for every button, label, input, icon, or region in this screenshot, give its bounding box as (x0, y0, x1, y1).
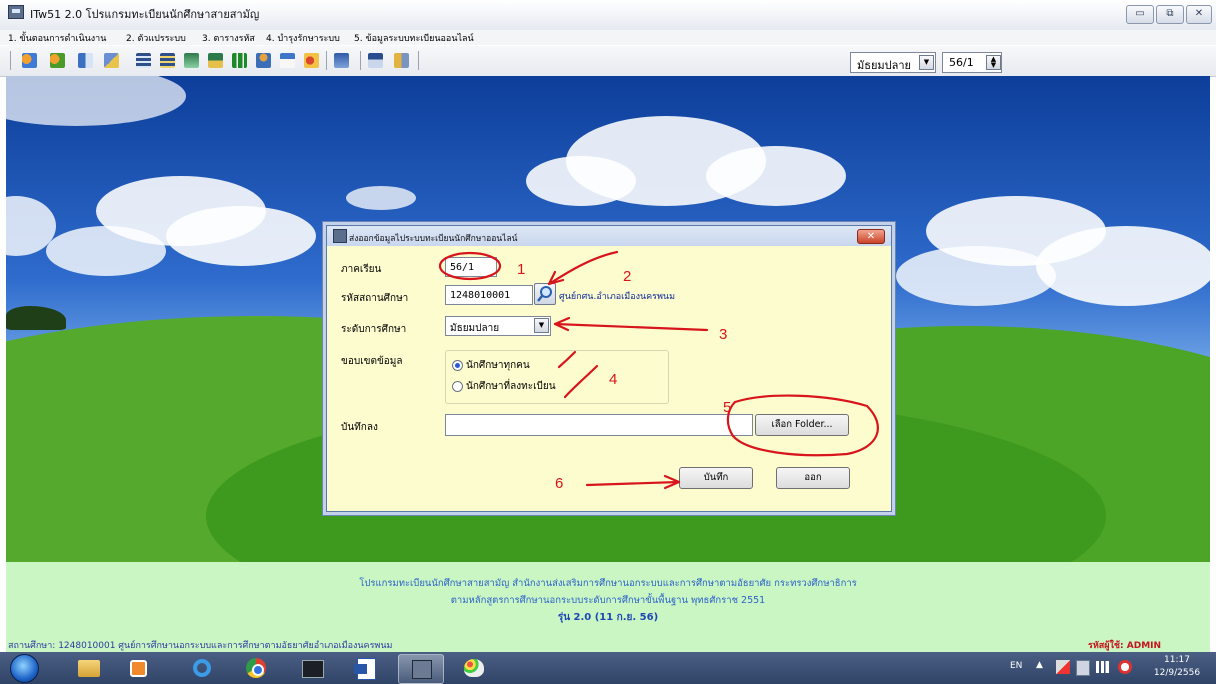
level-select-value: มัธยมปลาย (857, 59, 912, 72)
book-edit-icon[interactable] (208, 53, 223, 68)
grid-icon[interactable] (136, 53, 151, 68)
taskbar: EN ▲ 11:17 12/9/2556 (0, 652, 1216, 684)
footer-line-2: ตามหลักสูตรการศึกษานอกระบบระดับการศึกษาข… (450, 595, 766, 606)
annotation-number-6: 6 (555, 475, 563, 492)
volume-muted-icon[interactable] (1118, 660, 1132, 674)
menu-maintenance[interactable]: 4. บำรุงรักษาระบบ (266, 31, 340, 45)
grid-edit-icon[interactable] (160, 53, 175, 68)
toolbar-separator (418, 51, 419, 70)
paint-icon[interactable] (452, 654, 496, 682)
card-icon[interactable] (280, 53, 295, 68)
menu-code-tables[interactable]: 3. ตารางรหัส (202, 31, 255, 45)
footer-line-1: โปรแกรมทะเบียนนักศึกษาสายสามัญ สำนักงานส… (359, 578, 857, 589)
annotation-mark-4b (563, 364, 599, 399)
status-user: รหัสผู้ใช้: ADMIN (1088, 641, 1162, 651)
internet-explorer-icon[interactable] (180, 654, 224, 682)
minimize-button[interactable]: ▭ (1126, 5, 1154, 24)
window-title: ITw51 2.0 โปรแกรมทะเบียนนักศึกษาสายสามัญ (30, 8, 260, 21)
cloud (46, 226, 166, 276)
media-player-icon[interactable] (116, 654, 160, 682)
status-school: สถานศึกษา: 1248010001 ศูนย์การศึกษานอกระ… (8, 641, 393, 651)
toolbar-separator (326, 51, 327, 70)
device-icon[interactable] (1076, 660, 1090, 676)
annotation-strokes (438, 250, 879, 490)
edit-icon[interactable] (104, 53, 119, 68)
toolbar-separator (10, 51, 11, 70)
cloud (1036, 226, 1210, 306)
annotation-arrow-6 (585, 480, 681, 487)
export-dialog: ส่งออกข้อมูลไประบบทะเบียนนักศึกษาออนไลน์… (326, 225, 892, 512)
clock-date[interactable]: 12/9/2556 (1148, 668, 1206, 678)
term-spinner-value: 56/1 (949, 56, 974, 69)
book-icon[interactable] (184, 53, 199, 68)
menu-bar: 1. ขั้นตอนการดำเนินงาน 2. ตัวแปรระบบ 3. … (0, 30, 1216, 45)
annotation-mark-4a (557, 350, 577, 369)
users-edit-icon[interactable] (50, 53, 65, 68)
menu-workflow[interactable]: 1. ขั้นตอนการดำเนินงาน (8, 31, 106, 45)
maximize-button[interactable]: ⧉ (1156, 5, 1184, 24)
terminal-icon[interactable] (290, 654, 334, 682)
chrome-icon[interactable] (234, 654, 278, 682)
term-spinner[interactable]: 56/1 ▲ ▼ (942, 52, 1002, 73)
cloud (896, 246, 1056, 306)
clock-time[interactable]: 11:17 (1152, 655, 1202, 665)
toolbar (0, 46, 1216, 77)
annotation-number-4: 4 (609, 371, 617, 388)
app-icon (8, 5, 24, 19)
chat-icon[interactable] (304, 53, 319, 68)
cloud (6, 76, 186, 126)
annotation-arrowhead-2 (547, 270, 565, 286)
menu-system-variables[interactable]: 2. ตัวแปรระบบ (126, 31, 186, 45)
file-explorer-icon[interactable] (66, 654, 110, 682)
annotation-number-3: 3 (719, 326, 727, 343)
start-button[interactable] (10, 654, 39, 683)
annotation-number-1: 1 (517, 261, 525, 278)
menu-online-registry[interactable]: 5. ข้อมูลระบบทะเบียนออนไลน์ (354, 31, 474, 45)
tree (6, 306, 66, 330)
cloud (346, 186, 416, 210)
spinner-arrows-icon[interactable]: ▲ ▼ (986, 55, 1001, 70)
annotation-number-5: 5 (723, 399, 731, 416)
report-icon[interactable] (334, 53, 349, 68)
annotation-arrow-2 (547, 250, 619, 286)
close-button[interactable]: ✕ (1186, 5, 1212, 24)
window-titlebar[interactable]: ITw51 2.0 โปรแกรมทะเบียนนักศึกษาสายสามัญ… (0, 0, 1216, 30)
chart-icon[interactable] (232, 53, 247, 68)
annotation-numbers: 1 2 3 4 5 6 (517, 261, 731, 492)
cloud (526, 156, 636, 206)
chevron-down-icon[interactable]: ▼ (919, 55, 934, 70)
save-icon[interactable] (368, 53, 383, 68)
exit-icon[interactable] (394, 53, 409, 68)
annotation-number-2: 2 (623, 268, 631, 285)
level-select[interactable]: มัธยมปลาย ▼ (850, 52, 936, 73)
word-icon[interactable] (344, 654, 388, 682)
person-icon[interactable] (256, 53, 271, 68)
show-hidden-icons-icon[interactable]: ▲ (1036, 660, 1043, 670)
users-icon[interactable] (22, 53, 37, 68)
toolbar-separator (360, 51, 361, 70)
annotation-arrow-3 (553, 322, 709, 332)
annotation-circle-5 (726, 394, 879, 457)
record-icon[interactable] (78, 53, 93, 68)
footer-version: รุ่น 2.0 (11 ก.ย. 56) (557, 612, 659, 623)
cloud (706, 146, 846, 206)
action-center-icon[interactable] (1056, 660, 1070, 674)
itw51-app-icon[interactable] (398, 654, 444, 684)
annotation-circle-1 (438, 251, 502, 281)
annotation-overlay: 1 2 3 4 5 6 (438, 250, 879, 492)
footer-panel: โปรแกรมทะเบียนนักศึกษาสายสามัญ สำนักงานส… (6, 562, 1210, 652)
language-indicator[interactable]: EN (1010, 661, 1022, 671)
cloud (166, 206, 316, 266)
network-icon[interactable] (1096, 661, 1112, 673)
